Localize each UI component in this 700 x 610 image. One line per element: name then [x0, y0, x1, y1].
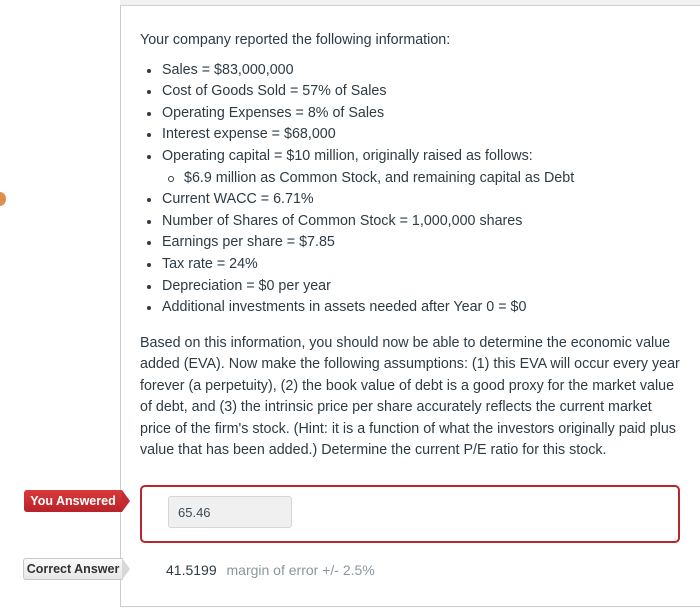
incorrect-answer-box: 65.46 [140, 485, 680, 543]
fact-item: Operating capital = $10 million, origina… [147, 146, 685, 190]
fact-item: Cost of Goods Sold = 57% of Sales [147, 81, 685, 103]
fact-text: Operating capital = $10 million, origina… [162, 147, 533, 164]
fact-item: Operating Expenses = 8% of Sales [147, 103, 685, 125]
question-content: Your company reported the following info… [140, 30, 685, 462]
correct-answer-badge: Correct Answer [23, 558, 130, 580]
fact-item: Additional investments in assets needed … [147, 297, 685, 319]
fact-item: Depreciation = $0 per year [147, 276, 685, 298]
question-intro: Your company reported the following info… [140, 32, 451, 48]
question-status-indicator-icon [0, 192, 6, 206]
sub-facts-list: $6.9 million as Common Stock, and remain… [162, 168, 685, 190]
answer-input[interactable]: 65.46 [168, 496, 292, 528]
fact-item: Number of Shares of Common Stock = 1,000… [147, 211, 685, 233]
fact-item: Earnings per share = $7.85 [147, 232, 685, 254]
question-prompt: Based on this information, you should no… [140, 334, 680, 459]
fact-item: Sales = $83,000,000 [147, 60, 685, 82]
fact-item: Interest expense = $68,000 [147, 124, 685, 146]
fact-item: Tax rate = 24% [147, 254, 685, 276]
facts-list: Sales = $83,000,000 Cost of Goods Sold =… [140, 60, 685, 319]
you-answered-badge: You Answered [24, 490, 130, 512]
correct-answer-value: 41.5199 [166, 562, 217, 578]
margin-of-error: margin of error +/- 2.5% [226, 562, 375, 578]
correct-answer-line: 41.5199 margin of error +/- 2.5% [166, 562, 375, 578]
sub-fact-item: $6.9 million as Common Stock, and remain… [168, 168, 685, 190]
fact-item: Current WACC = 6.71% [147, 189, 685, 211]
